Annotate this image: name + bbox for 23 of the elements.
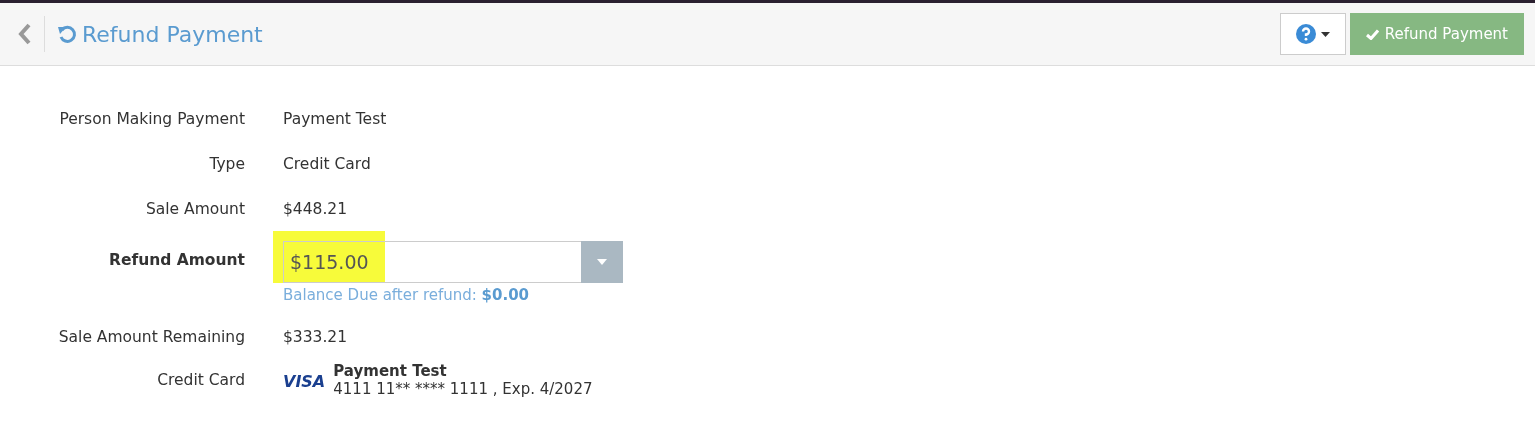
field-value: Credit Card [283, 154, 371, 173]
field-label: Person Making Payment [59, 109, 245, 128]
help-button[interactable] [1279, 13, 1346, 55]
card-number: 4111 11** **** 1111 , Exp. 4/2027 [333, 380, 593, 398]
field-label: Type [209, 154, 245, 173]
field-value: Payment Test [283, 109, 387, 128]
amount-field[interactable]: $115.00 [283, 241, 581, 283]
field-value: $448.21 [283, 199, 348, 218]
field-value: $333.21 [283, 327, 348, 346]
page-title: Refund Payment [82, 21, 263, 47]
field-label: Refund Amount [108, 251, 245, 269]
caret-icon [597, 259, 607, 265]
balance-due-text: Balance Due after refund: $0.00 [283, 286, 531, 304]
cardholder-name: Payment Test [333, 362, 448, 380]
check-icon [1365, 28, 1379, 40]
undo-icon [57, 24, 77, 44]
help-icon [1295, 24, 1316, 44]
field-label: Credit Card [157, 371, 245, 389]
caret-icon [1320, 31, 1330, 37]
field-label: Sale Amount Remaining [58, 327, 245, 346]
field-label: Sale Amount [145, 199, 245, 218]
back-icon[interactable] [18, 23, 32, 45]
card-brand-logo: VISA [283, 372, 326, 391]
